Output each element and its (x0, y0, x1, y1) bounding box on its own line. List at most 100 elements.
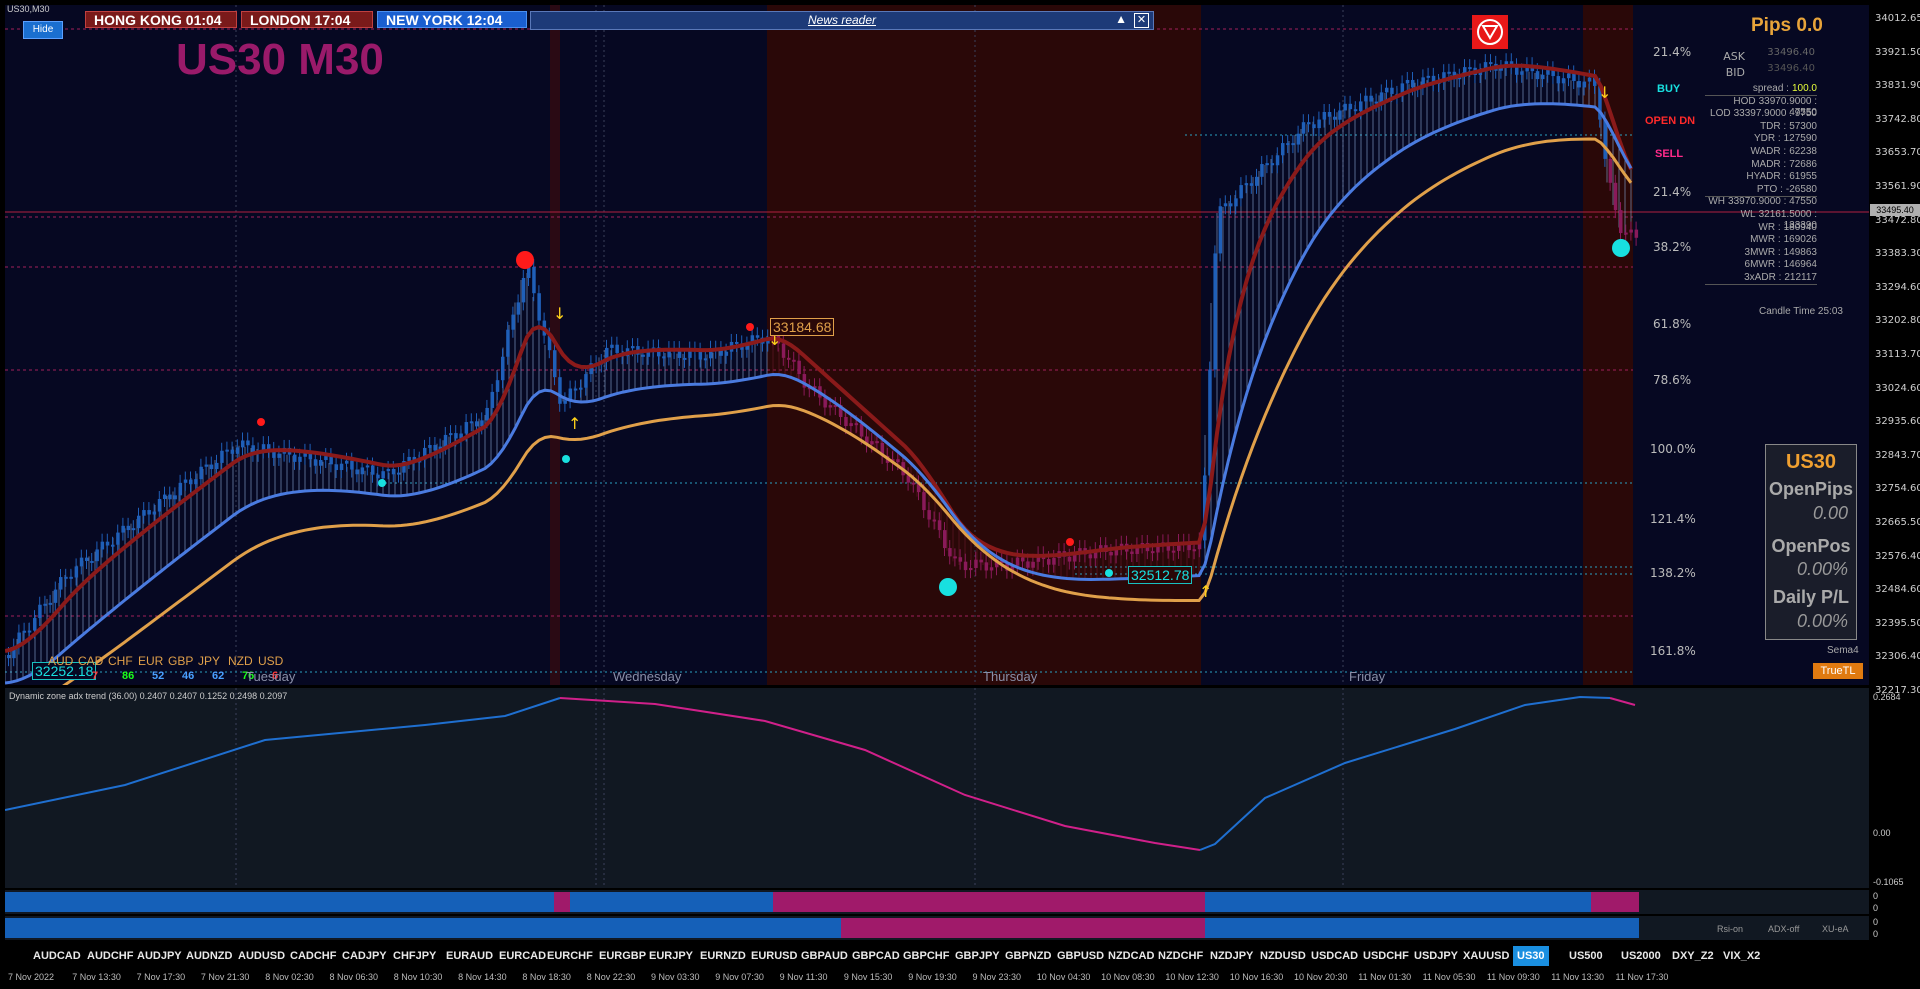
price-axis-label: 32395.50 (1875, 617, 1920, 629)
candle-body (1021, 557, 1025, 562)
symbol-tab[interactable]: GBPNZD (1001, 946, 1055, 966)
signal-dot-red (257, 418, 265, 426)
candle-body (932, 519, 937, 522)
time-axis-label: 8 Nov 02:30 (265, 972, 314, 982)
symbol-tab[interactable]: NZDUSD (1256, 946, 1310, 966)
stat-row: MWR :169026 (1705, 234, 1817, 246)
low-price-tag: 32512.78 (1128, 566, 1193, 584)
symbol-tab[interactable]: AUDCHF (83, 946, 137, 966)
symbol-tab[interactable]: EURCHF (543, 946, 597, 966)
stat-row: TDR :57300 (1705, 121, 1817, 133)
symbol-tab[interactable]: EURJPY (645, 946, 697, 966)
candle-body (454, 433, 458, 439)
candle-body (293, 454, 297, 462)
symbol-tab[interactable]: AUDUSD (234, 946, 289, 966)
candle-body (350, 460, 354, 470)
bid-value: 33496.40 (1767, 63, 1815, 74)
price-axis-label: 33921.50 (1875, 46, 1920, 58)
candle-body (1426, 75, 1431, 78)
symbol-tab[interactable]: EURAUD (442, 946, 497, 966)
symbol-tab[interactable]: GBPUSD (1053, 946, 1108, 966)
symbol-tab[interactable]: AUDJPY (133, 946, 186, 966)
symbol-tab[interactable]: GBPCHF (899, 946, 953, 966)
symbol-tab[interactable]: GBPCAD (848, 946, 904, 966)
symbol-tab[interactable]: DXY_Z2 (1668, 946, 1718, 966)
candle-body (922, 492, 926, 511)
symbol-tab[interactable]: EURCAD (495, 946, 550, 966)
stat-label: 3xADR : (1744, 272, 1782, 283)
symbol-tab[interactable]: NZDCHF (1154, 946, 1207, 966)
candle-body (1015, 557, 1020, 566)
stat-row: WH 33970.9000 : 47550 (1705, 196, 1817, 208)
candle-body (220, 450, 224, 463)
symbol-tab[interactable]: USDCHF (1359, 946, 1413, 966)
candle-body (1468, 67, 1472, 70)
candle-body (53, 589, 58, 603)
symbol-tab[interactable]: USDJPY (1410, 946, 1462, 966)
stat-label: YDR : (1753, 133, 1781, 145)
candle-body (365, 465, 370, 468)
stat-label: WH (1708, 196, 1726, 208)
adx-line-up (5, 697, 561, 811)
symbol-tab[interactable]: GBPJPY (951, 946, 1004, 966)
candle-body (1223, 203, 1228, 207)
stat-value: 180940 (1783, 221, 1817, 233)
candle-body (1281, 143, 1285, 156)
symbol-tab[interactable]: XAUUSD (1459, 946, 1513, 966)
xu-toggle[interactable]: XU-eA (1822, 924, 1849, 934)
price-chart-canvas[interactable]: ↓ ↑ ↓ ↑ ↓ (5, 5, 1869, 685)
symbol-tab[interactable]: CADJPY (338, 946, 391, 966)
collapse-icon[interactable]: ▲ (1115, 12, 1127, 26)
buy-button[interactable]: BUY (1657, 83, 1680, 95)
arrow-down-icon: ↓ (553, 304, 566, 323)
time-axis-label: 9 Nov 15:30 (843, 972, 893, 982)
candle-body (1447, 71, 1451, 74)
news-reader-bar[interactable]: News reader ▲ ✕ (530, 11, 1154, 30)
rsi-toggle[interactable]: Rsi-on (1717, 924, 1743, 934)
time-axis-label: 11 Nov 05:30 (1422, 972, 1476, 982)
candle-body (823, 397, 827, 408)
sell-button[interactable]: SELL (1655, 148, 1683, 160)
symbol-tab[interactable]: VIX_X2 (1719, 946, 1764, 966)
candle-body (703, 358, 708, 361)
news-reader-title[interactable]: News reader (531, 13, 1153, 27)
candle-body (1587, 77, 1592, 82)
symbol-tab[interactable]: AUDCAD (29, 946, 85, 966)
candle-body (989, 567, 994, 571)
candle-body (443, 434, 448, 447)
symbol-tab[interactable]: CHFJPY (389, 946, 440, 966)
price-chart[interactable]: ↓ ↑ ↓ ↑ ↓ HONG KONG 01:04 LONDON 17:04 N… (5, 5, 1869, 685)
candle-body (1031, 561, 1035, 568)
symbol-tab[interactable]: AUDNZD (182, 946, 236, 966)
symbol-tab[interactable]: US30 (1513, 946, 1549, 966)
indicator-canvas[interactable] (5, 688, 1869, 888)
symbol-tab[interactable]: NZDCAD (1104, 946, 1158, 966)
time-axis-label: 11 Nov 09:30 (1486, 972, 1540, 982)
hide-button[interactable]: Hide (23, 21, 63, 39)
symbol-tab[interactable]: US500 (1565, 946, 1607, 966)
candle-body (1613, 182, 1618, 211)
candle-body (152, 511, 157, 515)
adx-line-up (1199, 695, 1611, 851)
price-axis-label: 32754.60 (1875, 483, 1920, 495)
symbol-tab[interactable]: USDCAD (1307, 946, 1362, 966)
currency-strength: AUD CAD 7 CHF 86 EUR 52 GBP 46 JPY 62 NZD 76 USD 6 (48, 654, 348, 682)
symbol-tab[interactable]: NZDJPY (1206, 946, 1257, 966)
stat-value: 33970.9000 : 47550 (1728, 196, 1817, 208)
day-label: Friday (1349, 669, 1386, 684)
indicator-panel[interactable]: Dynamic zone adx trend (36.00) 0.2407 0.… (5, 688, 1869, 888)
candle-body (469, 421, 474, 424)
symbol-tab[interactable]: EURNZD (696, 946, 750, 966)
adx-toggle[interactable]: ADX-off (1768, 924, 1799, 934)
symbol-tab[interactable]: CADCHF (286, 946, 340, 966)
symbol-tab[interactable]: US2000 (1617, 946, 1665, 966)
symbol-tab[interactable]: GBPAUD (797, 946, 852, 966)
truetl-button[interactable]: TrueTL (1813, 663, 1863, 679)
candle-body (781, 343, 786, 358)
close-icon[interactable]: ✕ (1134, 13, 1149, 28)
open-button[interactable]: OPEN DN (1645, 115, 1695, 127)
symbol-tab[interactable]: EURGBP (595, 946, 650, 966)
symbol-tab[interactable]: EURUSD (747, 946, 801, 966)
currency-value: 7 (92, 670, 99, 682)
candle-body (168, 494, 172, 500)
